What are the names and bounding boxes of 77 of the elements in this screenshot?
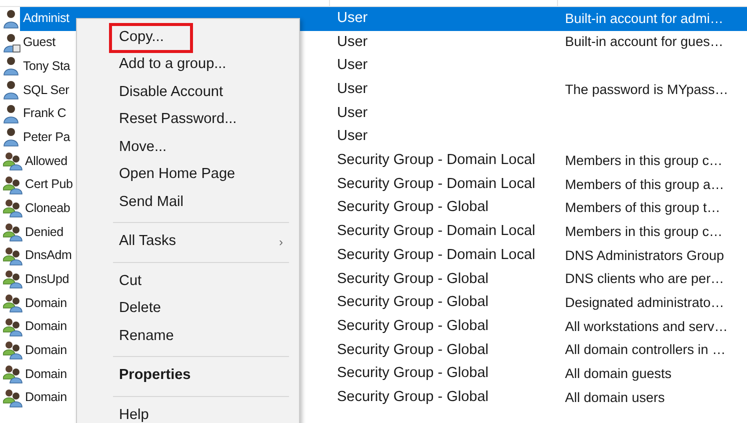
type-cell-text: User [336,80,369,100]
menu-item[interactable]: Disable Account [77,79,299,106]
user-icon [3,127,21,148]
description-cell-text: All workstations and serv… [564,318,729,336]
name-cell-text: Administ [23,10,70,28]
description-cell-text: Members of this group t… [564,199,722,218]
group-icon [3,364,23,384]
type-cell-text: Security Group - Global [336,364,490,384]
type-cell-text: Security Group - Domain Local [336,174,536,194]
menu-item[interactable]: Add to a group... [77,52,299,79]
name-cell-text: Guest [23,34,56,52]
menu-item[interactable]: Open Home Page [77,162,299,189]
name-cell-text: Domain [25,342,67,360]
group-icon [3,222,23,242]
menu-item[interactable]: Help [77,402,299,423]
type-cell-text: User [336,32,369,52]
name-cell-text: Denied [25,224,64,241]
name-cell-text: Allowed [25,152,68,170]
guest-user-icon [3,32,21,53]
menu-item[interactable]: All Tasks › [77,228,299,256]
description-cell-text: Built-in account for admi… [564,10,724,28]
description-cell-text: DNS clients who are per… [564,270,726,288]
user-icon [3,80,21,100]
menu-item[interactable]: Rename [77,323,299,350]
menu-item[interactable]: Send Mail [77,189,299,216]
name-cell-text: Frank C [23,105,66,122]
type-cell-text: Security Group - Global [336,316,490,336]
name-cell-text: Domain [25,366,67,383]
group-icon [3,150,23,171]
description-cell-text: Designated administrato… [564,294,726,312]
description-cell-text: Members in this group c… [564,222,724,241]
type-cell-text: User [336,8,369,28]
name-cell-text: DnsUpd [25,271,69,288]
name-cell-text: Domain [25,318,67,336]
type-cell-text: Security Group - Global [336,388,490,407]
user-icon [3,8,21,29]
name-cell-text: Cloneab [25,200,70,217]
type-cell-text: Security Group - Domain Local [336,151,536,170]
group-icon [3,340,23,360]
name-cell-text: Peter Pa [23,128,70,146]
group-icon [3,269,23,290]
type-cell-text: Security Group - Global [336,340,490,360]
description-cell-text: Members of this group a… [564,176,726,194]
description-cell-text: Built-in account for gues… [564,33,724,52]
type-cell-text: User [336,127,369,146]
group-icon [3,316,23,337]
description-cell-text: All domain controllers in … [564,341,727,360]
name-cell-text: Cert Pub [25,176,73,194]
user-icon [3,56,21,76]
name-cell-text: Tony Sta [23,58,70,75]
type-cell-text: User [336,56,369,76]
user-icon [3,104,21,124]
group-icon [3,293,23,314]
description-cell-text: All domain users [564,388,666,407]
group-icon [3,198,23,218]
type-cell-text: User [336,104,369,123]
type-cell-text: Security Group - Domain Local [336,246,536,265]
type-cell-text: Security Group - Global [336,270,490,289]
description-cell-text: All domain guests [564,365,673,384]
type-cell-text: Security Group - Domain Local [336,222,536,242]
group-icon [3,388,23,408]
menu-item[interactable]: Delete [77,296,299,323]
type-cell-text: Security Group - Global [336,198,490,218]
name-cell-text: SQL Ser [23,82,70,99]
group-icon [3,246,23,266]
description-cell-text: DNS Administrators Group [564,246,726,265]
name-cell-text: Domain [25,389,67,406]
menu-item[interactable]: Move... [77,134,299,162]
name-cell-text: Domain [25,294,67,312]
name-cell-text: DnsAdm [25,247,72,264]
description-cell-text: Members in this group c… [564,152,724,170]
menu-item[interactable]: Reset Password... [77,106,299,134]
type-cell-text: Security Group - Global [336,293,490,312]
menu-item[interactable]: Properties [77,362,299,390]
description-cell-text: The password is MYpass… [564,80,730,99]
menu-item[interactable]: Cut [77,268,299,296]
group-icon [3,174,23,195]
